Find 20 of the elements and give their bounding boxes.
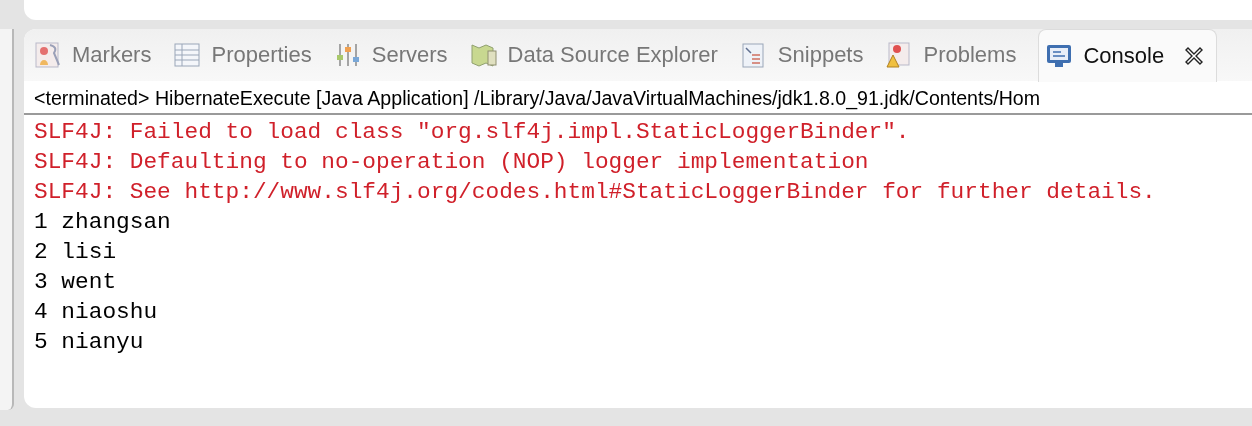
close-icon[interactable]: [1184, 45, 1205, 66]
table-icon: [173, 41, 202, 69]
console-line: 1 zhangsan: [34, 208, 172, 237]
console-line: SLF4J: Defaulting to no-operation (NOP) logger implementation: [34, 148, 870, 177]
console-line: SLF4J: Failed to load class "org.slf4j.impl.StaticLoggerBinder".: [34, 118, 911, 147]
view-tab[interactable]: Problems: [885, 29, 1025, 81]
console-line: 2 lisi: [34, 238, 118, 267]
console-line: 5 nianyu: [34, 328, 145, 357]
console-line: 4 niaoshu: [34, 298, 159, 327]
marker-icon: [34, 41, 62, 69]
view-tab[interactable]: Snippets: [739, 29, 872, 81]
view-tab[interactable]: Properties: [173, 29, 320, 81]
view-tab[interactable]: Servers: [333, 29, 456, 81]
console-line: SLF4J: See http://www.slf4j.org/codes.html#StaticLoggerBinder for further details.: [34, 178, 1157, 207]
view-tab[interactable]: Markers: [34, 29, 160, 81]
view-tab[interactable]: Console: [1038, 29, 1218, 82]
view-tab[interactable]: Data Source Explorer: [469, 29, 726, 81]
map-icon: [469, 41, 498, 69]
console-line: 3 went: [34, 268, 118, 297]
console-header: <terminated> HibernateExecute [Java Application] /Library/Java/JavaVirtualMachines/jdk1.8.0_91.jdk/Contents/Hom: [24, 81, 1252, 115]
